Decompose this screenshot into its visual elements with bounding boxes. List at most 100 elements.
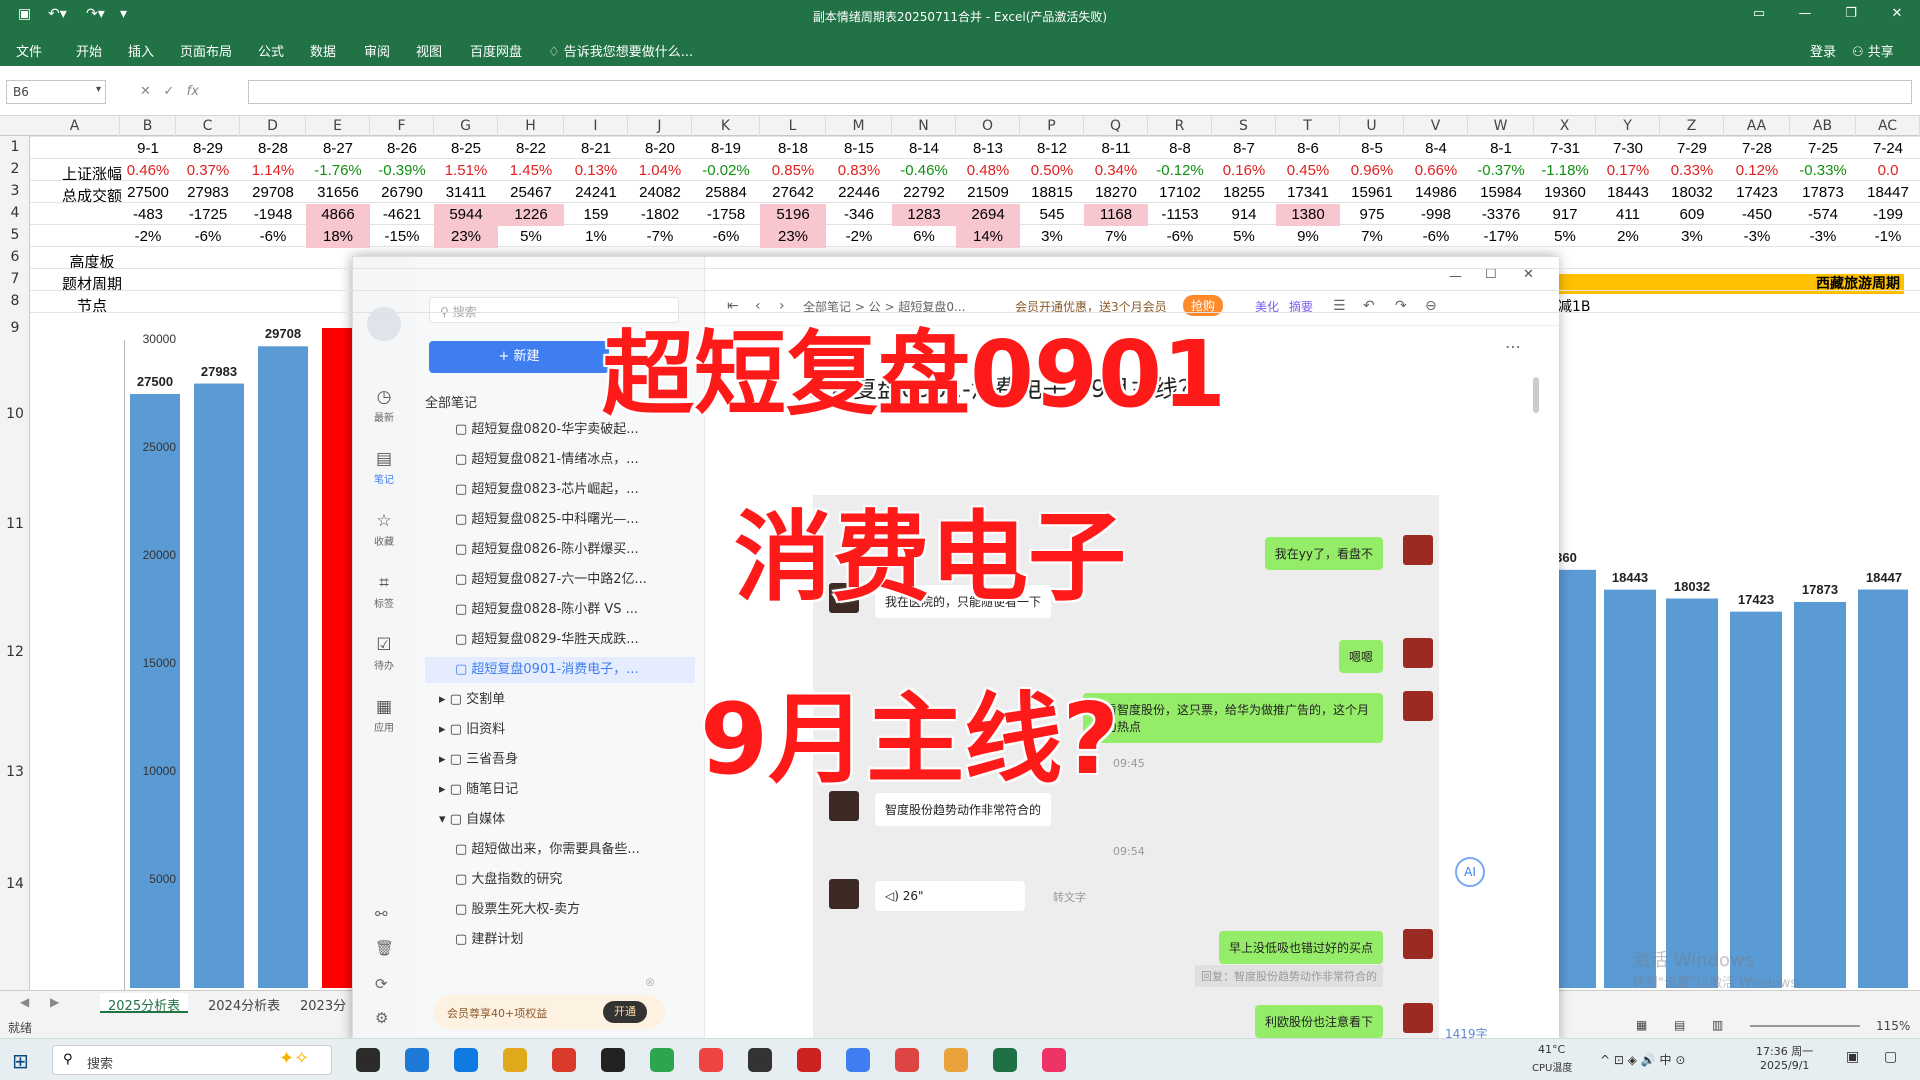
cell-T5[interactable]: 9% [1276,226,1340,248]
cell-S4[interactable]: 914 [1212,204,1276,226]
folder-item[interactable]: ▸ ▢ 旧资料 [425,717,695,743]
column-header-Y[interactable]: Y [1596,116,1660,136]
cell-AB5[interactable]: -3% [1790,226,1856,248]
cell-F5[interactable]: -15% [370,226,434,248]
cell-Y3[interactable]: 18443 [1596,182,1660,204]
tray-icons[interactable]: ^ ⊡ ◈ 🔊 中 ⊙ [1600,1051,1685,1068]
tab-data[interactable]: 数据 [310,41,336,60]
cell-H2[interactable]: 1.45% [498,160,564,182]
column-header-L[interactable]: L [760,116,826,136]
cell-AB3[interactable]: 17873 [1790,182,1856,204]
row-header-9[interactable]: 9 [0,320,30,336]
sheet-tab-2024[interactable]: 2024分析表 [200,993,288,1014]
row-header-12[interactable]: 12 [0,644,30,660]
cell-K1[interactable]: 8-19 [692,138,760,160]
nav-item-note[interactable]: ▤ 笔记 [359,449,409,486]
new-note-button[interactable]: + 新建 [429,341,609,373]
cell-D3[interactable]: 29708 [240,182,306,204]
cell-Q5[interactable]: 7% [1084,226,1148,248]
cell-Z2[interactable]: 0.33% [1660,160,1724,182]
cell-M5[interactable]: -2% [826,226,892,248]
cell-C5[interactable]: -6% [176,226,240,248]
column-header-B[interactable]: B [120,116,176,136]
cell-M3[interactable]: 22446 [826,182,892,204]
taskbar-app-icon[interactable] [1042,1048,1066,1072]
cell-V1[interactable]: 8-4 [1404,138,1468,160]
cell-N1[interactable]: 8-14 [892,138,956,160]
cell-K5[interactable]: -6% [692,226,760,248]
column-header-Q[interactable]: Q [1084,116,1148,136]
cell-E4[interactable]: 4866 [306,204,370,226]
cell-C3[interactable]: 27983 [176,182,240,204]
cell-G3[interactable]: 31411 [434,182,498,204]
more-icon[interactable]: ⋯ [1505,337,1521,356]
cell-O4[interactable]: 2694 [956,204,1020,226]
row-header-13[interactable]: 13 [0,764,30,780]
editor-scrollbar[interactable] [1533,377,1539,413]
taskbar-app-icon[interactable] [699,1048,723,1072]
folder-item[interactable]: ▸ ▢ 随笔日记 [425,777,695,803]
cell-V4[interactable]: -998 [1404,204,1468,226]
cell-T4[interactable]: 1380 [1276,204,1340,226]
tab-view[interactable]: 视图 [416,41,442,60]
settings-icon[interactable]: ⚙ [375,1009,388,1027]
cell-R1[interactable]: 8-8 [1148,138,1212,160]
close-banner-icon[interactable]: ⊗ [645,975,655,989]
restore-icon[interactable]: ❐ [1836,6,1866,21]
cell-L4[interactable]: 5196 [760,204,826,226]
cell-E5[interactable]: 18% [306,226,370,248]
cell-AA3[interactable]: 17423 [1724,182,1790,204]
taskbar-app-icon[interactable] [797,1048,821,1072]
column-header-A[interactable]: A [30,116,120,136]
cell-X1[interactable]: 7-31 [1534,138,1596,160]
cell-O1[interactable]: 8-13 [956,138,1020,160]
cell-J2[interactable]: 1.04% [628,160,692,182]
cell-AC1[interactable]: 7-24 [1856,138,1920,160]
tab-insert[interactable]: 插入 [128,41,154,60]
cell-Z4[interactable]: 609 [1660,204,1724,226]
normal-view-icon[interactable]: ▦ [1636,1018,1647,1032]
login-link[interactable]: 登录 [1810,41,1836,60]
cell-L5[interactable]: 23% [760,226,826,248]
cell-E3[interactable]: 31656 [306,182,370,204]
note-list-item[interactable]: ▢ 股票生死大权-卖方 [425,897,695,923]
column-header-J[interactable]: J [628,116,692,136]
column-header-W[interactable]: W [1468,116,1534,136]
cell-M4[interactable]: -346 [826,204,892,226]
bar-7-25[interactable] [1794,601,1846,988]
cell-I2[interactable]: 0.13% [564,160,628,182]
cell-K2[interactable]: -0.02% [692,160,760,182]
cell-H3[interactable]: 25467 [498,182,564,204]
minimize-icon[interactable]: — [1790,6,1820,21]
sheet-tab-2025[interactable]: 2025分析表 [100,993,189,1014]
taskbar-app-icon[interactable] [944,1048,968,1072]
cell-Q3[interactable]: 18270 [1084,182,1148,204]
cell-D4[interactable]: -1948 [240,204,306,226]
nav-item-clock[interactable]: ◷ 最新 [359,387,409,424]
tab-page-layout[interactable]: 页面布局 [180,41,232,60]
cell-W3[interactable]: 15984 [1468,182,1534,204]
column-header-N[interactable]: N [892,116,956,136]
cell-F2[interactable]: -0.39% [370,160,434,182]
cell-R5[interactable]: -6% [1148,226,1212,248]
cell-P4[interactable]: 545 [1020,204,1084,226]
row-header-3[interactable]: 3 [0,183,30,199]
note-list-item[interactable]: ▢ 超短做出来，你需要具备些... [425,837,695,863]
cell-D5[interactable]: -6% [240,226,306,248]
share-button[interactable]: ⚇ 共享 [1852,41,1894,60]
cell-K3[interactable]: 25884 [692,182,760,204]
cell-D2[interactable]: 1.14% [240,160,306,182]
cell-P2[interactable]: 0.50% [1020,160,1084,182]
cell-Q2[interactable]: 0.34% [1084,160,1148,182]
note-list-item[interactable]: ▢ 超短复盘0828-陈小群 VS ... [425,597,695,623]
cell-AA1[interactable]: 7-28 [1724,138,1790,160]
row-header-2[interactable]: 2 [0,161,30,177]
cell-Z5[interactable]: 3% [1660,226,1724,248]
nav-item-todo[interactable]: ☑ 待办 [359,635,409,672]
ribbon-display-icon[interactable]: ▭ [1744,6,1774,21]
tab-review[interactable]: 审阅 [364,41,390,60]
cell-W2[interactable]: -0.37% [1468,160,1534,182]
row-header-6[interactable]: 6 [0,249,30,265]
taskbar-app-icon[interactable] [846,1048,870,1072]
cell-Y1[interactable]: 7-30 [1596,138,1660,160]
